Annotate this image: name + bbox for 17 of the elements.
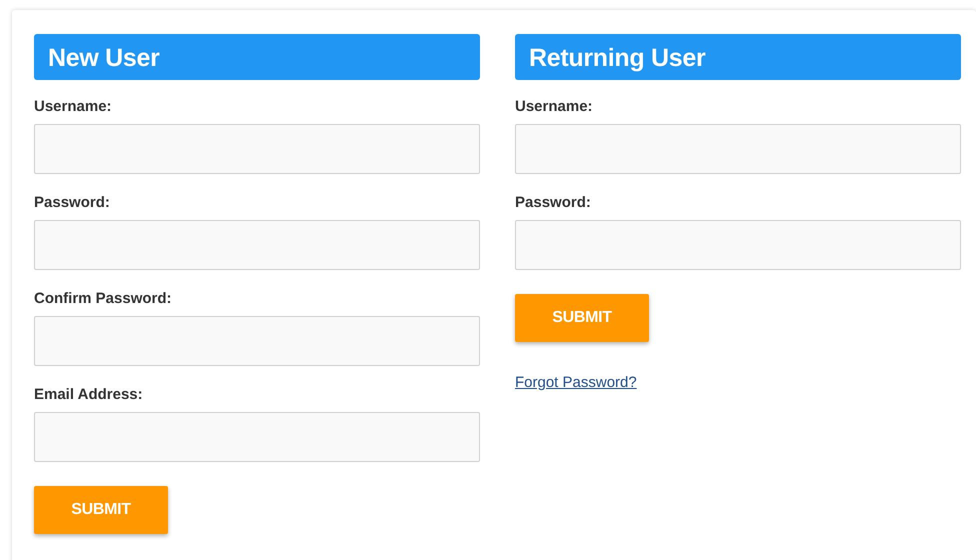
input-field[interactable]: [515, 124, 961, 174]
field-label: Username:: [515, 98, 593, 116]
panel-header: New User: [34, 34, 480, 80]
field-label: Password:: [34, 194, 110, 212]
input-field[interactable]: [34, 220, 480, 270]
panel-header: Returning User: [515, 34, 961, 80]
input-field[interactable]: [34, 412, 480, 462]
field-label: Email Address:: [34, 386, 143, 404]
input-field[interactable]: [515, 220, 961, 270]
field-label: Password:: [515, 194, 591, 212]
submit-button[interactable]: SUBMIT: [34, 486, 168, 534]
forgot-password-link[interactable]: Forgot Password?: [515, 374, 637, 391]
field-label: Confirm Password:: [34, 290, 172, 308]
field-label: Username:: [34, 98, 112, 116]
input-field[interactable]: [34, 124, 480, 174]
input-field[interactable]: [34, 316, 480, 366]
submit-button[interactable]: SUBMIT: [515, 294, 649, 342]
